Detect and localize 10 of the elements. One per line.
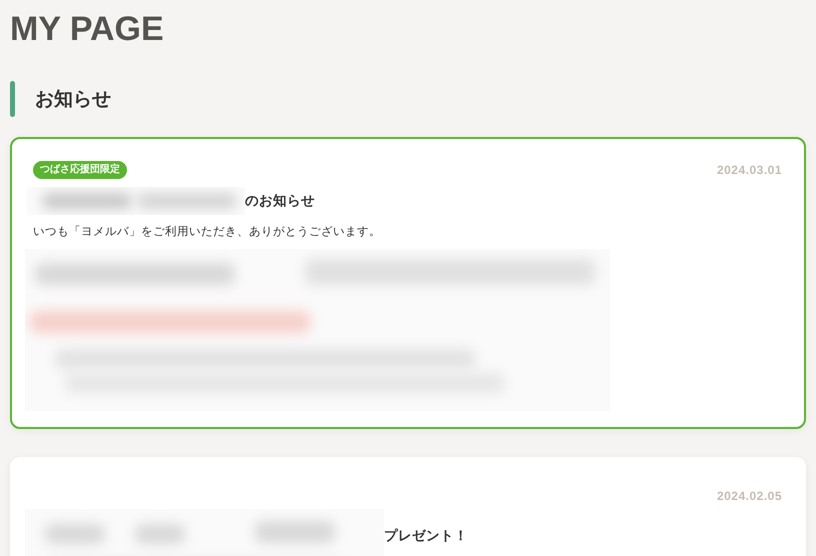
tag-badge: つばさ応援団限定 <box>33 161 127 179</box>
notice-card[interactable]: つばさ応援団限定 2024.03.01 のお知らせ いつも「ヨメルバ」をご利用いただき、ありがとうございます。 <box>10 137 806 429</box>
notice-date: 2024.02.05 <box>716 489 782 503</box>
notice-title[interactable]: プレゼント！ <box>384 527 468 545</box>
page-title: MY PAGE <box>9 9 165 48</box>
notice-title[interactable]: のお知らせ <box>245 192 315 210</box>
notice-date: 2024.03.01 <box>716 163 782 177</box>
notice-card[interactable]: 2024.02.05 プレゼント！ <box>10 457 806 556</box>
notice-body: いつも「ヨメルバ」をご利用いただき、ありがとうございます。 <box>33 224 382 239</box>
section-heading: お知らせ <box>35 87 111 112</box>
